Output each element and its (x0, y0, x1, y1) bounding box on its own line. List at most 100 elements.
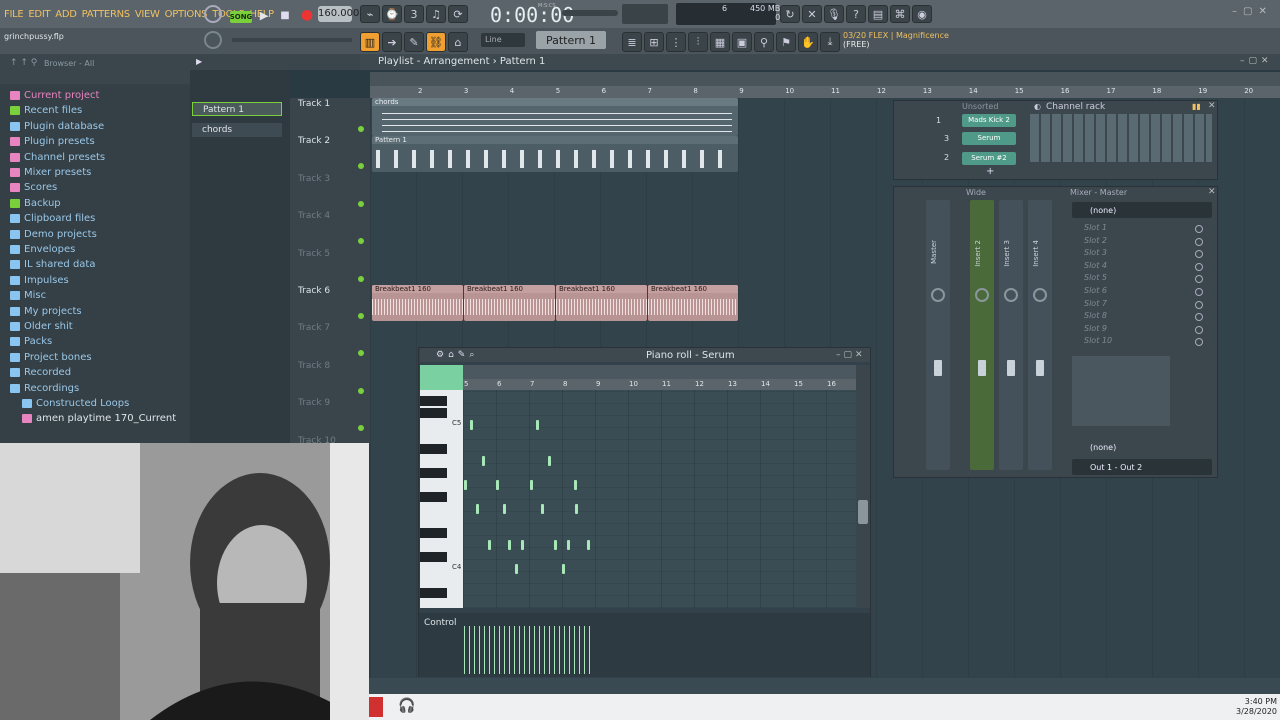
piano-roll-icon[interactable]: ⊞ (644, 32, 664, 52)
close-icon[interactable]: ✕ (1208, 101, 1216, 111)
stop-icon[interactable]: ■ (276, 5, 294, 25)
control-lane-label[interactable]: Control (424, 618, 457, 628)
snap-icon[interactable]: ▥ (360, 32, 380, 52)
mixer-strip[interactable]: Insert 3 (999, 200, 1023, 470)
browser-item[interactable]: Demo projects (10, 229, 97, 240)
clip-breakbeat[interactable]: Breakbeat1 160 (372, 285, 463, 321)
plugin-picker-icon[interactable]: ✕ (802, 5, 822, 23)
piano-roll-note[interactable] (575, 504, 578, 514)
chat-icon[interactable]: ◉ (912, 5, 932, 23)
pan-knob[interactable] (975, 288, 989, 302)
menu-add[interactable]: ADD (55, 9, 77, 20)
mixer-strip[interactable]: Insert 2 (970, 200, 994, 470)
playlist-menu-arrow-icon[interactable]: ▶ (196, 57, 202, 66)
piano-roll-note[interactable] (488, 540, 491, 550)
volume-fader[interactable] (934, 360, 942, 376)
browser-item[interactable]: Recent files (10, 105, 82, 116)
browser-item[interactable]: amen playtime 170_Current (22, 413, 176, 424)
playlist-window-controls[interactable]: –▢✕ (1240, 56, 1273, 66)
pan-knob[interactable] (931, 288, 945, 302)
slot-mix-knob[interactable] (1195, 300, 1203, 309)
mixer-fx-slot[interactable]: Slot 2 (1084, 236, 1107, 245)
piano-roll-tools-icon[interactable]: ⚙⌂✎⌕ (436, 350, 478, 360)
piano-roll-note[interactable] (562, 564, 565, 574)
scrollbar-thumb[interactable] (858, 500, 868, 524)
volume-fader[interactable] (1007, 360, 1015, 376)
pattern-item[interactable]: chords (192, 123, 282, 137)
browser-item[interactable]: Current project (10, 90, 99, 101)
snap-selector[interactable]: Line (481, 33, 525, 47)
mixer-fx-slot[interactable]: Slot 9 (1084, 324, 1107, 333)
pan-knob[interactable] (1033, 288, 1047, 302)
black-key[interactable] (420, 492, 447, 502)
reload-icon[interactable]: ↻ (780, 5, 800, 23)
browser-item[interactable]: Plugin presets (10, 136, 95, 147)
countdown-icon[interactable]: 3 (404, 5, 424, 23)
piano-roll-note[interactable] (496, 480, 499, 490)
piano-roll-grid[interactable] (463, 390, 856, 608)
clip-breakbeat[interactable]: Breakbeat1 160 (648, 285, 738, 321)
piano-roll-note[interactable] (515, 564, 518, 574)
pan-knob[interactable] (1004, 288, 1018, 302)
browser-item[interactable]: Scores (10, 182, 57, 193)
tempo-display[interactable]: 160.000 (318, 6, 359, 22)
mixer-fx-slot[interactable]: Slot 5 (1084, 273, 1107, 282)
mixer-fx-slot[interactable]: Slot 6 (1084, 286, 1107, 295)
pencil-icon[interactable]: ✎ (404, 32, 424, 52)
piano-roll-note[interactable] (541, 504, 544, 514)
browser-item[interactable]: Channel presets (10, 152, 105, 163)
slot-mix-knob[interactable] (1195, 225, 1203, 233)
browser-item[interactable]: Mixer presets (10, 167, 91, 178)
mic-icon[interactable]: 🎙 (824, 5, 844, 23)
browser-item[interactable]: Misc (10, 290, 46, 301)
clip-breakbeat[interactable]: Breakbeat1 160 (556, 285, 647, 321)
headphones-icon[interactable]: 🎧 (398, 698, 415, 714)
black-key[interactable] (420, 468, 447, 478)
slot-mix-knob[interactable] (1195, 325, 1203, 334)
piano-roll-note[interactable] (536, 420, 539, 430)
save-icon[interactable]: ▤ (868, 5, 888, 23)
slot-mix-knob[interactable] (1195, 237, 1203, 246)
playlist-timeline-ruler[interactable] (370, 86, 1280, 98)
piano-roll-note[interactable] (508, 540, 511, 550)
browser-item[interactable]: Older shit (10, 321, 73, 332)
browser-item[interactable]: Envelopes (10, 244, 75, 255)
piano-roll-scrollbar[interactable] (463, 365, 856, 379)
track-header[interactable]: Track 4 (298, 211, 330, 221)
loop-record-icon[interactable]: ⟳ (448, 5, 468, 23)
mixer-icon[interactable]: ⫶ (688, 32, 708, 52)
channel-button[interactable]: Mads Kick 2 (962, 114, 1016, 127)
piano-roll-note[interactable] (548, 456, 551, 466)
black-key[interactable] (420, 444, 447, 454)
browser-item[interactable]: Project bones (10, 352, 92, 363)
menu-patterns[interactable]: PATTERNS (82, 9, 131, 20)
piano-roll-note[interactable] (464, 480, 467, 490)
mixer-fx-slot[interactable]: Slot 3 (1084, 248, 1107, 257)
black-key[interactable] (420, 588, 447, 598)
browser-item[interactable]: Backup (10, 198, 61, 209)
volume-fader[interactable] (978, 360, 986, 376)
channel-button[interactable]: Serum (962, 132, 1016, 145)
velocity-bars[interactable] (464, 626, 590, 674)
piano-roll-note[interactable] (476, 504, 479, 514)
playlist-icon[interactable]: ≣ (622, 32, 642, 52)
master-pitch-knob[interactable] (204, 31, 222, 49)
piano-roll-note[interactable] (470, 420, 473, 430)
piano-roll-window-controls[interactable]: –▢✕ (836, 350, 866, 360)
track-header[interactable]: Track 2 (298, 136, 330, 146)
browser-item[interactable]: Plugin database (10, 121, 104, 132)
track-header[interactable]: Track 9 (298, 398, 330, 408)
track-mute-led[interactable] (358, 126, 364, 132)
piano-roll-note[interactable] (587, 540, 590, 550)
clip-breakbeat[interactable]: Breakbeat1 160 (464, 285, 555, 321)
black-key[interactable] (420, 408, 447, 418)
project-icon[interactable]: ▣ (732, 32, 752, 52)
browser-item[interactable]: Recorded (10, 367, 71, 378)
step-sequencer[interactable] (1030, 114, 1212, 162)
menu-view[interactable]: VIEW (135, 9, 160, 20)
mixer-fx-slot[interactable]: Slot 10 (1084, 336, 1112, 345)
channel-rack-icon[interactable]: ⋮ (666, 32, 686, 52)
step-edit-icon[interactable]: ♫ (426, 5, 446, 23)
arrow-icon[interactable]: ➔ (382, 32, 402, 52)
mixer-preset[interactable]: Wide (966, 188, 986, 197)
